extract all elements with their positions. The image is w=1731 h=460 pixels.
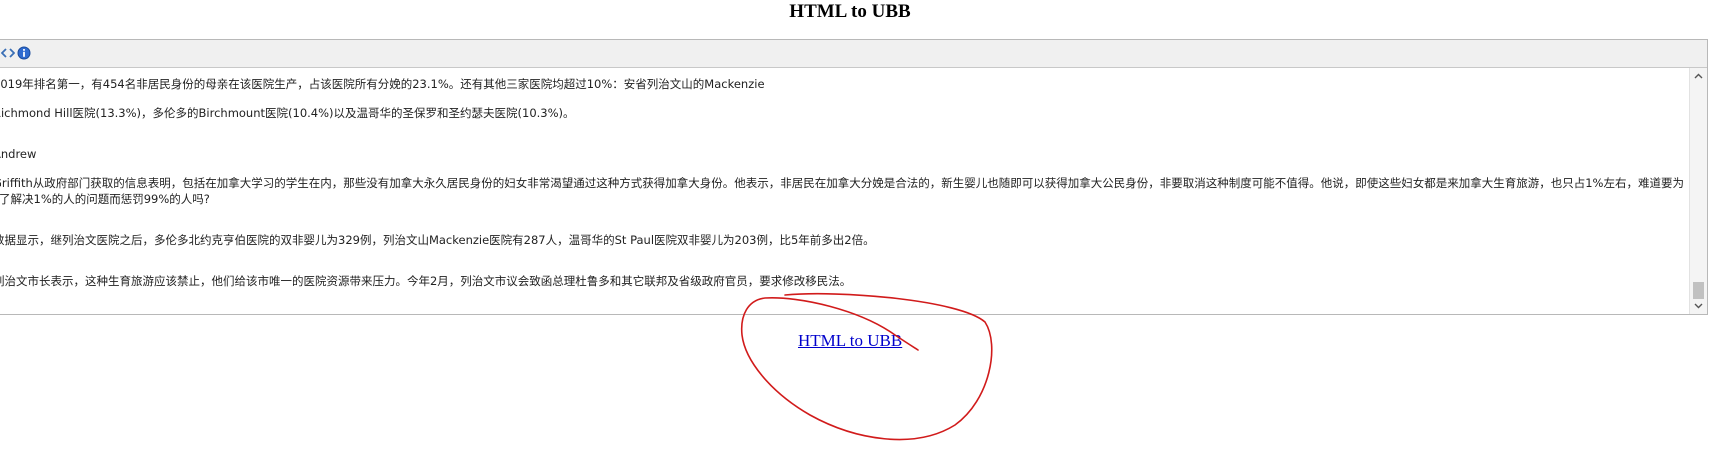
scroll-up-icon[interactable] bbox=[1690, 68, 1707, 85]
info-icon[interactable] bbox=[17, 46, 31, 60]
paragraph: Griffith从政府部门获取的信息表明，包括在加拿大学习的学生在内，那些没有加… bbox=[0, 176, 1684, 206]
source-code-icon[interactable] bbox=[1, 46, 15, 60]
scroll-down-icon[interactable] bbox=[1690, 297, 1707, 314]
paragraph: 列治文市长表示，这种生育旅游应该禁止，他们给该市唯一的医院资源带来压力。今年2月… bbox=[0, 274, 852, 288]
html-to-ubb-link[interactable]: HTML to UBB bbox=[798, 331, 902, 351]
editor-toolbar bbox=[0, 40, 1707, 68]
vertical-scrollbar[interactable] bbox=[1689, 68, 1707, 314]
html-editor[interactable]: 2019年排名第一，有454名非居民身份的母亲在该医院生产，占该医院所有分娩的2… bbox=[0, 39, 1708, 315]
paragraph: Andrew bbox=[0, 147, 37, 161]
editor-content[interactable]: 2019年排名第一，有454名非居民身份的母亲在该医院生产，占该医院所有分娩的2… bbox=[0, 68, 1690, 314]
paragraph: 2019年排名第一，有454名非居民身份的母亲在该医院生产，占该医院所有分娩的2… bbox=[0, 77, 765, 91]
page-title: HTML to UBB bbox=[789, 1, 911, 22]
paragraph: 数据显示，继列治文医院之后，多伦多北约克亨伯医院的双非婴儿为329例，列治文山M… bbox=[0, 233, 875, 247]
paragraph: Richmond Hill医院(13.3%)，多伦多的Birchmount医院(… bbox=[0, 106, 575, 120]
